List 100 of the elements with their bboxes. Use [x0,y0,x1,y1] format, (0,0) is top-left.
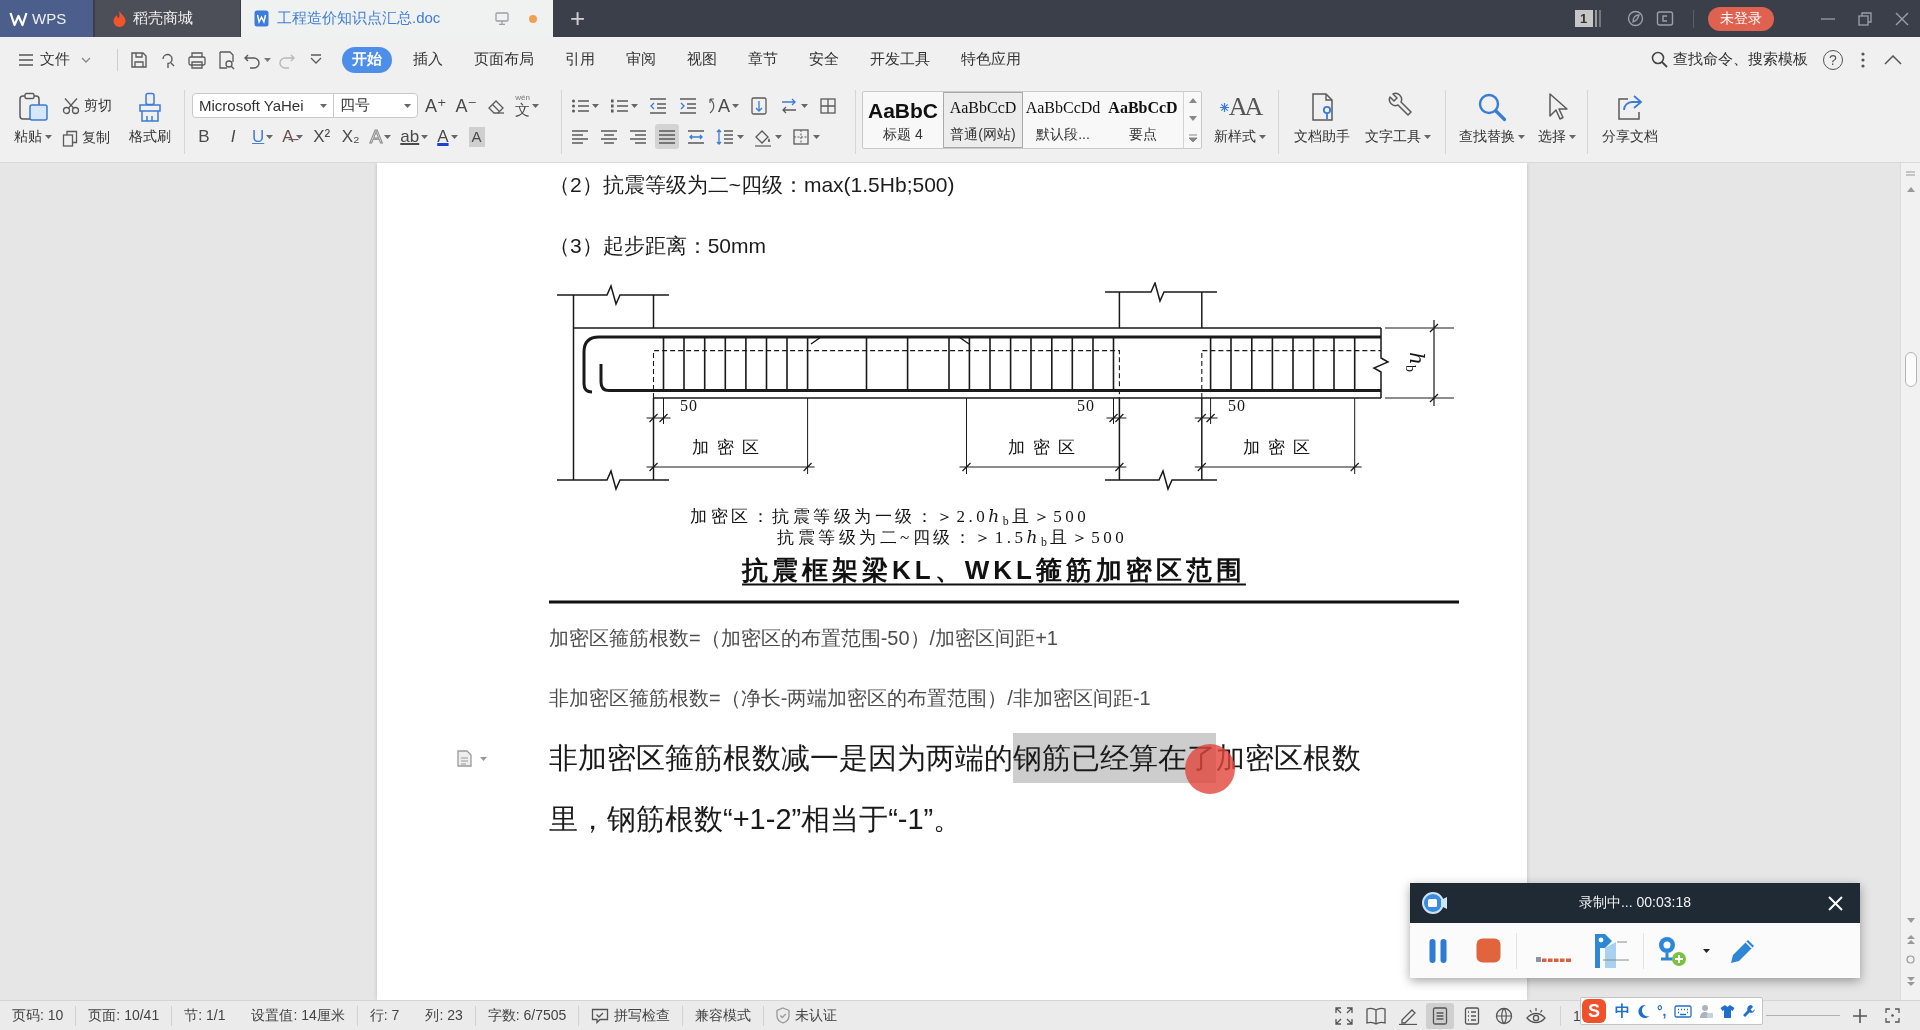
pointer-button[interactable] [1592,932,1630,969]
sparkle-icon [1219,102,1229,112]
expand-gallery-icon[interactable] [1188,133,1197,142]
phonetic-guide-button[interactable]: wén 文 [513,93,542,118]
text-tools-button[interactable]: 文字工具 [1361,82,1435,162]
next-page-icon[interactable] [1906,977,1915,986]
border-icon [791,126,811,147]
new-tab-button[interactable]: + [570,0,586,37]
scrollbar-thumb[interactable] [1904,352,1917,387]
close-button[interactable] [1827,895,1843,911]
ribbon-tab[interactable]: 视图 [677,46,727,73]
font-size-dropdown[interactable]: 四号 [333,93,418,118]
italic-button[interactable]: I [221,124,245,149]
tab[interactable]: 工程造价知识点汇总.doc [241,0,553,37]
ribbon-tab[interactable]: 安全 [799,46,849,73]
split-handle-icon[interactable] [1906,171,1915,176]
tab[interactable]: 稻壳商城 [95,0,240,37]
scroll-up-icon[interactable] [1906,187,1915,192]
paste-button[interactable]: 粘贴 [11,82,55,162]
window-count-badge[interactable]: 1 [1575,10,1603,27]
tab[interactable]: WPS [0,0,93,37]
shrink-font-button[interactable]: A⁻ [453,93,480,118]
leaf-circle-icon[interactable] [1627,10,1644,27]
new-style-button[interactable]: AA 新样式 [1210,82,1270,162]
share-icon [1615,92,1645,122]
shirt-icon[interactable] [1719,1004,1735,1018]
scroll-down-icon[interactable] [1906,918,1915,923]
ime-logo[interactable]: S [1582,999,1606,1023]
subscript-button[interactable]: X₂ [338,124,363,149]
superscript-button[interactable]: X² [309,124,334,149]
ribbon-tab[interactable]: 插入 [403,46,453,73]
punctuation-toggle[interactable]: °, [1657,1003,1667,1019]
status-text: 字数: 6/7505 [487,1006,567,1025]
person-icon[interactable] [1698,1003,1713,1019]
bold-button[interactable]: B [192,124,216,149]
find-replace-button[interactable]: 查找替换 [1455,82,1529,162]
legend-text: 抗震等级为二~四级：＞1.5ℎ$_{b}$且＞500 [777,528,1128,550]
copy-button[interactable]: 复制 [62,125,122,151]
status-text: 设置值: 14厘米 [251,1006,345,1025]
strikethrough-button[interactable]: A̶ [280,124,305,149]
command-search-button[interactable]: 查找命令、搜索模板 [1651,50,1808,69]
flame-logo-icon [112,10,127,27]
wrench-icon[interactable] [1741,1004,1756,1018]
caret-icon [592,103,599,108]
caret-icon [631,103,638,108]
style-preset[interactable]: AaBbC 标题 4 [863,92,943,148]
more-icon [1861,51,1865,68]
chevron-down-icon [81,56,91,63]
style-preset[interactable]: AaBbCcD 普通(网站) [943,92,1023,148]
ribbon-tab[interactable]: 引用 [555,46,605,73]
caret-icon [813,134,820,139]
ribbon-tab[interactable]: 章节 [738,46,788,73]
grow-font-button[interactable]: A⁺ [423,93,449,118]
paragraph-menu-icon[interactable] [457,750,472,767]
font-color-button[interactable]: A [435,124,460,149]
previous-page-icon[interactable] [1906,935,1915,944]
browse-object-icon[interactable] [1906,955,1915,964]
underline-button[interactable]: U [250,124,276,149]
scroll-down-icon[interactable] [1188,116,1197,121]
fit-window-button[interactable] [1885,1008,1900,1023]
restore-icon [1857,11,1872,26]
caret-icon [1424,135,1431,139]
dimension-label: 50 [1228,396,1246,416]
format-painter-button[interactable]: 格式刷 [127,82,173,162]
moon-icon[interactable] [1637,1004,1650,1018]
speech-check-icon [591,1007,610,1024]
highlight-button[interactable]: ab [398,124,431,149]
font-name-dropdown[interactable]: Microsoft YaHei [192,93,334,118]
style-preset[interactable]: AaBbCcD 要点 [1103,92,1183,148]
certification-button[interactable]: 未认证 [764,1005,850,1026]
close-icon [1894,11,1909,26]
cut-button[interactable]: 剪切 [62,93,122,119]
justify-button[interactable] [655,124,679,149]
text-direction-button[interactable]: A [706,93,741,118]
vertical-scrollbar[interactable] [1900,163,1920,1000]
select-button[interactable]: 选择 [1534,82,1580,162]
caret-icon [1518,135,1525,139]
spell-check-button[interactable]: 拼写检查 [579,1005,684,1026]
login-button[interactable]: 未登录 [1708,6,1774,31]
window-frame-icon[interactable] [1656,10,1674,27]
decrease-indent-icon [648,95,668,116]
style-preset[interactable]: AaBbCcDd 默认段... [1023,92,1103,148]
stop-icon [1475,938,1501,963]
view-mode-button[interactable] [1426,1002,1454,1029]
ribbon-tab[interactable]: 特色应用 [951,46,1031,73]
document-assistant-button[interactable]: 文档助手 [1290,82,1354,162]
table-icon [818,95,838,116]
compatibility-mode-button[interactable]: 兼容模式 [683,1005,765,1026]
input-mode-toggle[interactable]: 中 [1615,1001,1630,1021]
zoom-in-button[interactable] [1852,1007,1868,1024]
caret-icon [1702,948,1710,953]
scroll-up-icon[interactable] [1188,98,1197,104]
ribbon-tab[interactable]: 审阅 [616,46,666,73]
zone-label: 加密区 [1241,438,1318,458]
ribbon-tab[interactable]: 页面布局 [464,46,544,73]
file-menu[interactable]: 文件 [14,44,95,75]
share-document-button[interactable]: 分享文档 [1598,82,1662,162]
monitor-icon[interactable] [495,12,509,25]
ribbon-tab[interactable]: 开发工具 [860,46,940,73]
keyboard-icon[interactable] [1673,1004,1692,1018]
